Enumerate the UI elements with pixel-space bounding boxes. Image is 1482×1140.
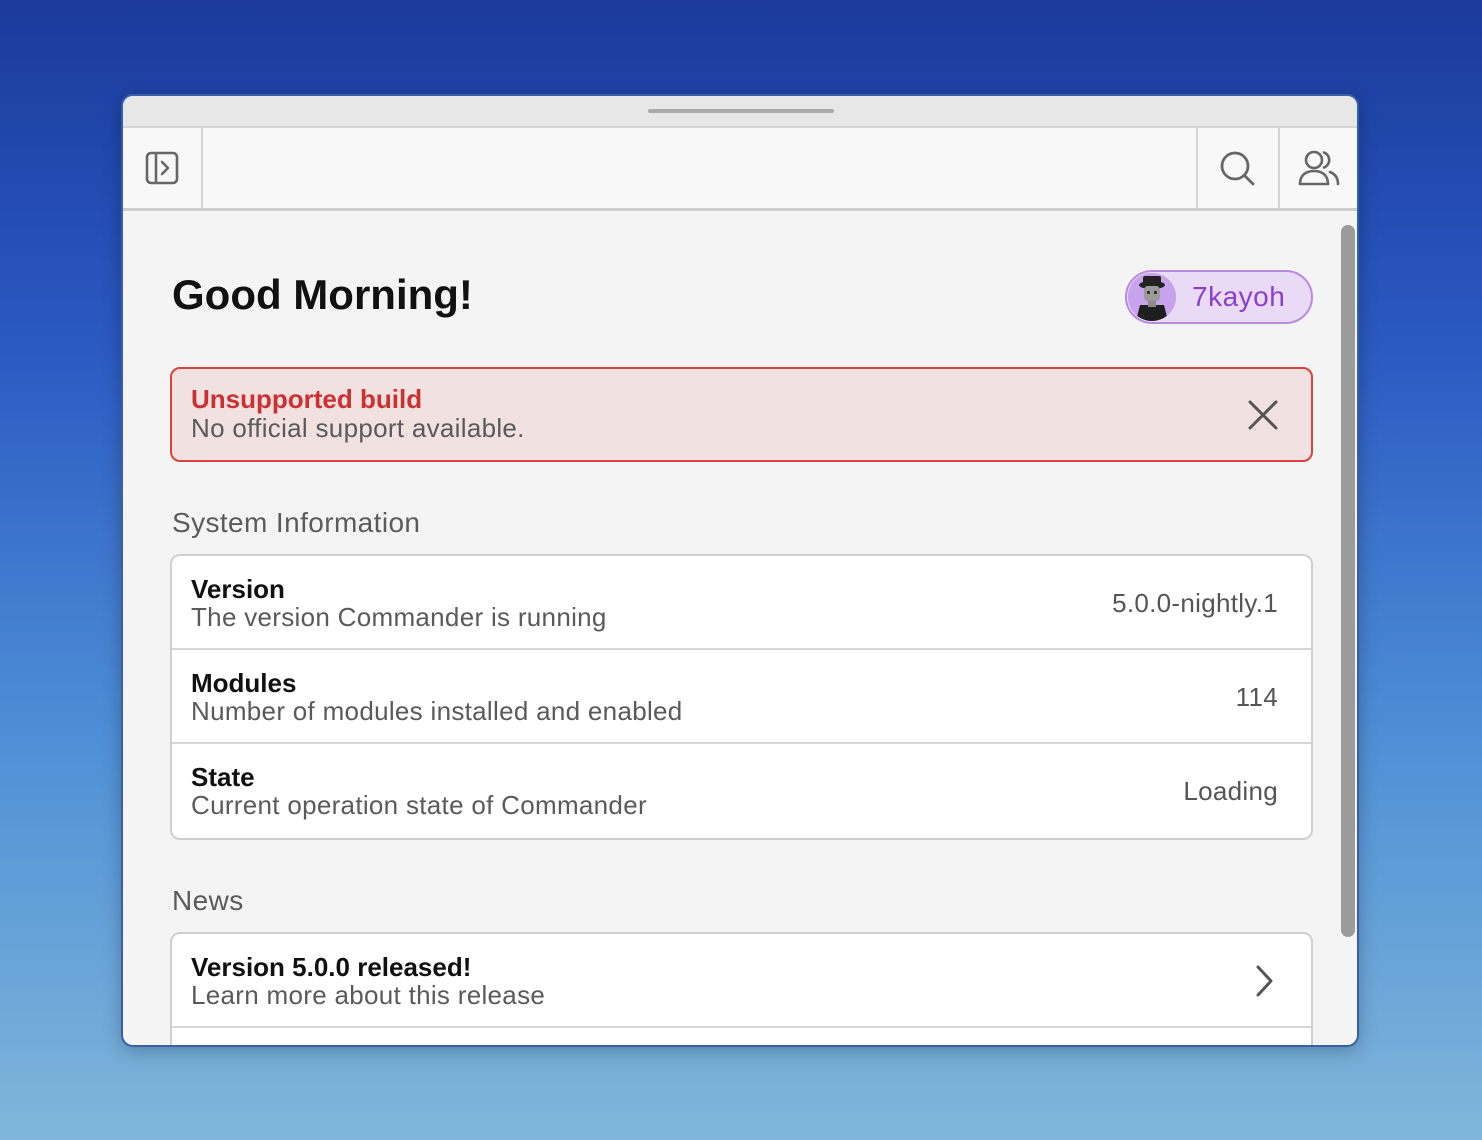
row-title: State [191,762,255,792]
news-title: Version 5.0.0 released! [191,952,472,982]
news-item[interactable]: Version 5.0.0 released! Learn more about… [172,934,1311,1028]
info-row-state: State Current operation state of Command… [172,744,1311,838]
alert-description: No official support available. [191,413,525,443]
news-description: Learn more about this release [191,980,546,1010]
row-title: Modules [191,668,297,698]
row-description: Number of modules installed and enabled [191,696,683,726]
system-info-card: Version The version Commander is running… [170,554,1313,840]
drag-handle[interactable] [648,109,834,113]
sidebar-toggle-button[interactable] [123,128,203,208]
row-value: 114 [1235,682,1278,712]
alert-title: Unsupported build [191,384,423,414]
close-icon [1248,400,1278,430]
window-drag-bar[interactable] [123,96,1357,128]
users-button[interactable] [1278,128,1357,208]
search-button[interactable] [1196,128,1276,208]
home-content: Good Morning! 7kayoh Unsupported build N… [123,211,1341,1045]
chevron-right-icon[interactable] [1249,964,1279,998]
users-icon [1298,150,1340,186]
unsupported-build-alert: Unsupported build No official support av… [170,367,1313,462]
alert-close-button[interactable] [1241,393,1285,437]
row-title: Version [191,574,285,604]
info-row-modules: Modules Number of modules installed and … [172,650,1311,744]
row-value: 5.0.0-nightly.1 [1112,588,1278,618]
scrollbar-thumb[interactable] [1341,225,1355,937]
toolbar [123,128,1357,211]
commander-window: Good Morning! 7kayoh Unsupported build N… [121,94,1359,1047]
scrollbar[interactable] [1337,211,1357,1045]
page-title: Good Morning! [172,271,473,318]
search-icon [1220,151,1255,186]
info-row-version: Version The version Commander is running… [172,556,1311,650]
sidebar-toggle-icon [145,151,179,185]
avatar [1128,273,1176,321]
row-value: Loading [1183,776,1278,806]
news-heading: News [172,885,244,916]
username: 7kayoh [1192,281,1286,312]
system-info-heading: System Information [172,507,421,538]
row-description: Current operation state of Commander [191,790,647,820]
user-badge[interactable]: 7kayoh [1125,270,1313,324]
news-card: Version 5.0.0 released! Learn more about… [170,932,1313,1045]
row-description: The version Commander is running [191,602,607,632]
